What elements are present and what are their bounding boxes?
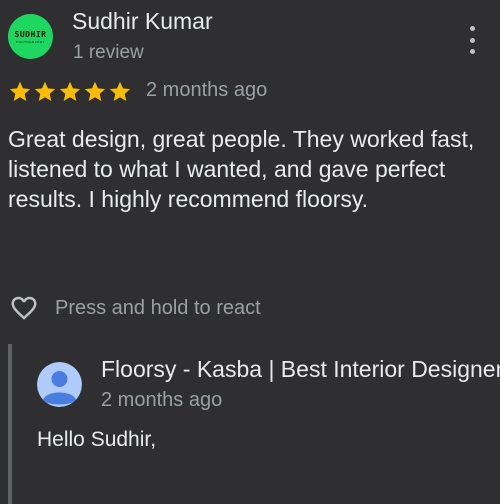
owner-reply-date: 2 months ago	[101, 389, 223, 411]
react-button[interactable]: Press and hold to react	[8, 290, 261, 326]
star-icon	[109, 81, 131, 101]
reviewer-avatar[interactable]: SUDHIR PHOTOGRAPHY	[8, 14, 53, 59]
review-date: 2 months ago	[146, 79, 268, 101]
avatar-logo-text: SUDHIR	[14, 29, 47, 39]
person-avatar-icon[interactable]	[37, 362, 82, 407]
heart-outline-icon	[11, 296, 37, 320]
reviewer-name[interactable]: Sudhir Kumar	[72, 8, 213, 35]
star-icon	[84, 81, 106, 101]
review-text: Great design, great people. They worked …	[8, 126, 475, 212]
star-icon	[59, 81, 81, 101]
avatar-logo-subtext: PHOTOGRAPHY	[16, 39, 45, 44]
more-vert-icon[interactable]	[458, 24, 486, 56]
reply-divider	[8, 344, 12, 504]
star-icon	[34, 81, 56, 101]
react-label: Press and hold to react	[55, 296, 261, 319]
reviewer-review-count: 1 review	[73, 42, 144, 63]
star-icon	[9, 81, 31, 101]
owner-reply-text: Hello Sudhir,	[37, 428, 157, 451]
owner-name[interactable]: Floorsy - Kasba | Best Interior Designer…	[101, 356, 500, 383]
star-rating	[8, 80, 132, 104]
